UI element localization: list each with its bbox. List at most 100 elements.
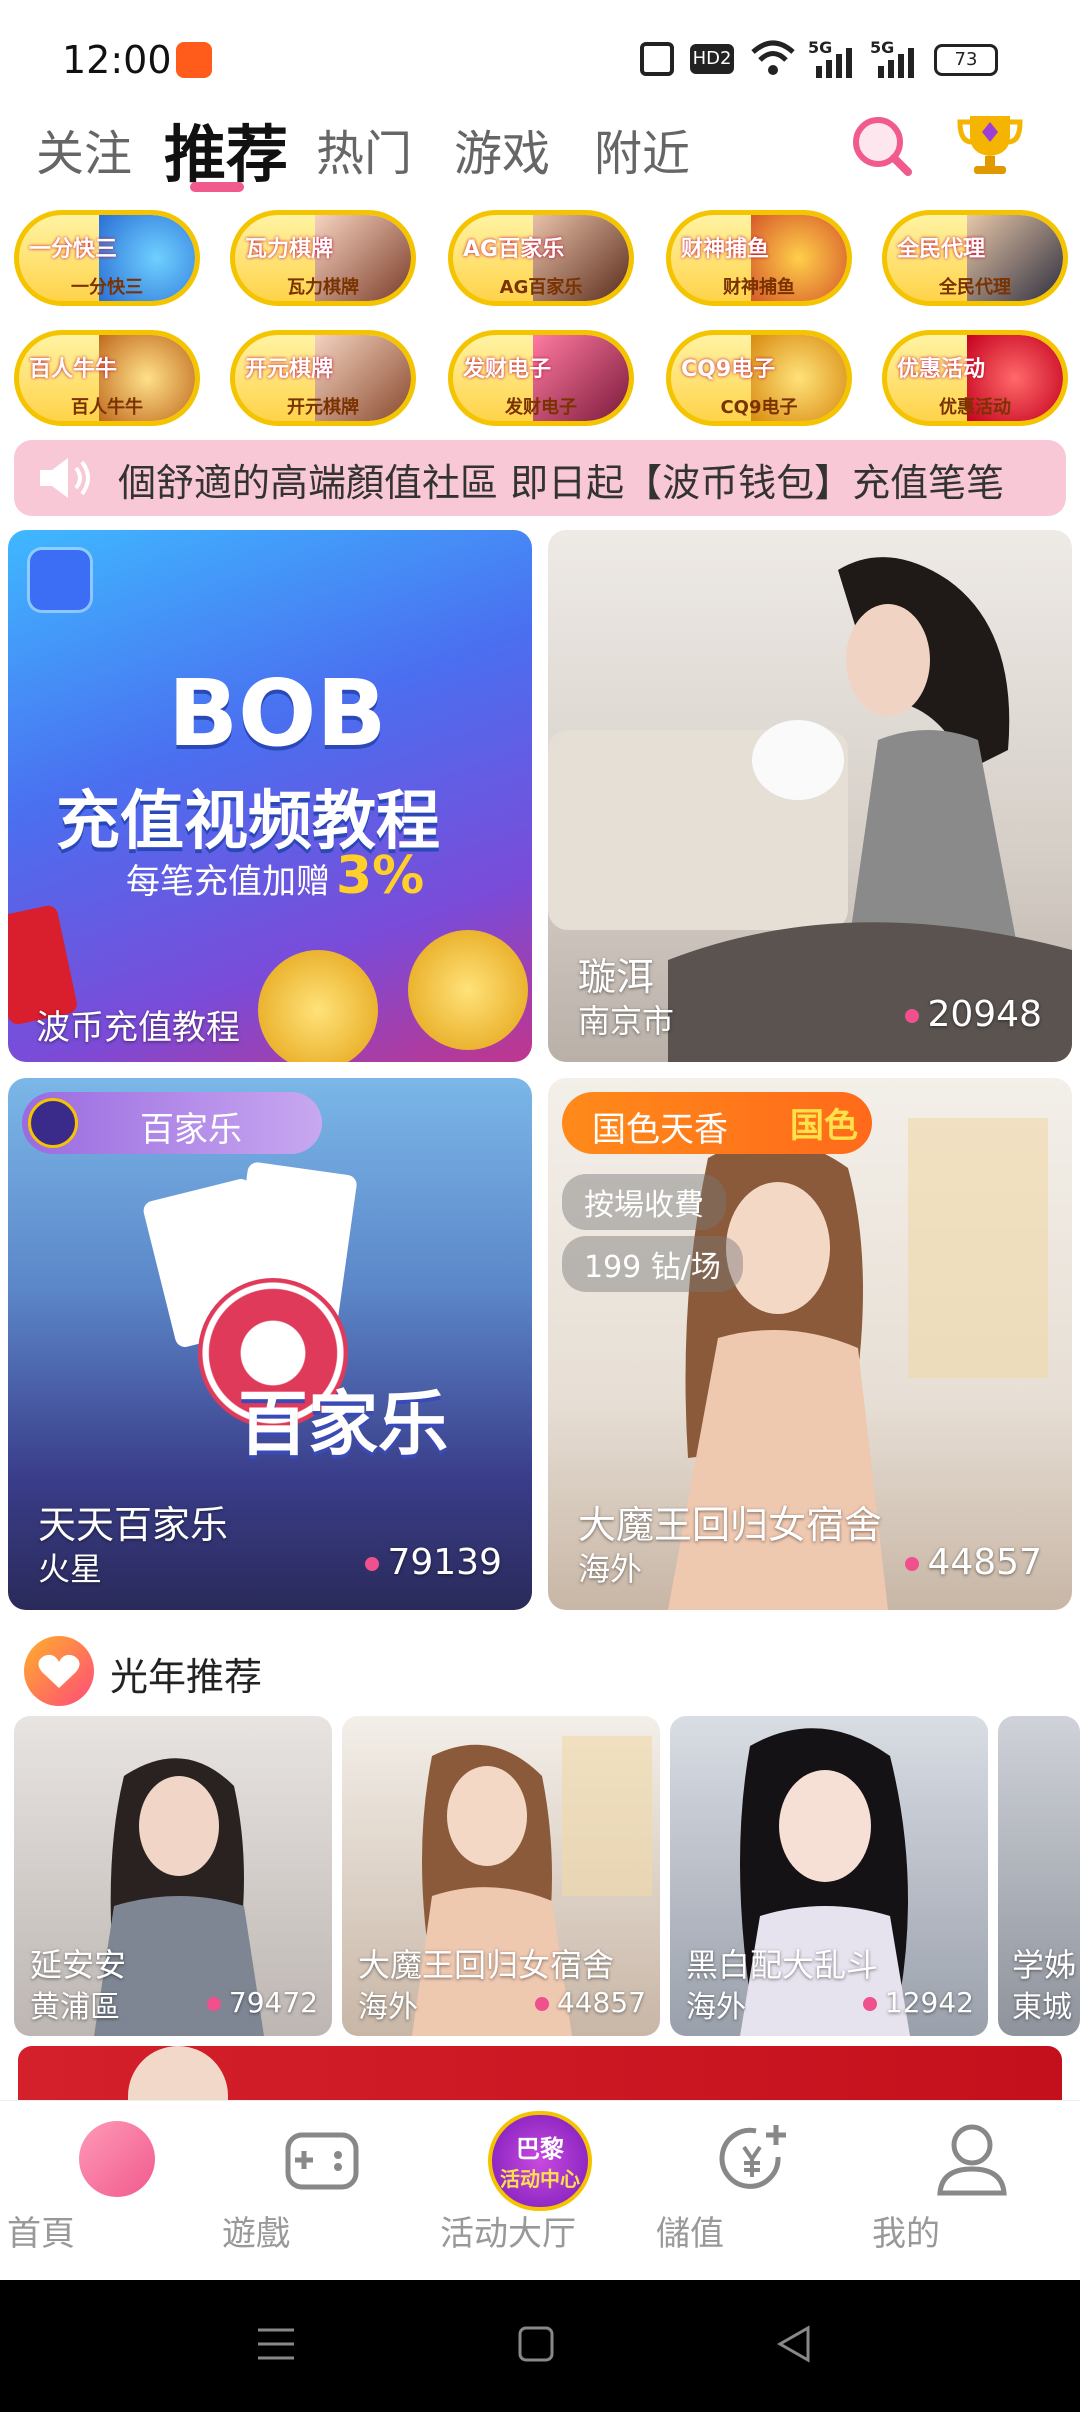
trophy-icon[interactable] <box>954 108 1026 180</box>
game-art-text: AG百家乐 <box>463 237 565 262</box>
card-location: 南京市 <box>578 1002 675 1040</box>
coin-decoration <box>258 950 378 1062</box>
viewer-count-value: 79139 <box>387 1542 502 1583</box>
game-shortcut-wali[interactable]: 瓦力棋牌 瓦力棋牌 <box>230 210 416 306</box>
game-label: 优惠活动 <box>939 397 1011 418</box>
badge-text-top: 巴黎 <box>516 2135 564 2163</box>
game-shortcut-agent[interactable]: 全民代理 全民代理 <box>882 210 1068 306</box>
game-label: CQ9电子 <box>720 397 798 418</box>
yen-plus-icon <box>719 2125 786 2189</box>
game-shortcut-niuniu[interactable]: 百人牛牛 百人牛牛 <box>14 330 200 426</box>
marquee-text: 個舒適的高端顏值社區 即日起【波币钱包】充值笔笔 <box>118 461 1005 505</box>
nav-label: 儲值 <box>656 2214 724 2254</box>
signal-5g-icon-2: 5G <box>870 38 914 78</box>
card-location: 海外 <box>358 1990 418 2025</box>
tab-hot[interactable]: 热门 <box>316 114 412 184</box>
home-square-icon[interactable] <box>516 2324 556 2364</box>
nav-item-activity-hall[interactable]: 巴黎 活动中心 活动大厅 <box>440 2101 640 2281</box>
nav-item-recharge[interactable]: 儲值 <box>656 2101 856 2281</box>
badge-text-bottom: 活动中心 <box>500 2167 580 2191</box>
nav-label: 活动大厅 <box>440 2214 576 2254</box>
game-label: 开元棋牌 <box>287 397 359 418</box>
tab-recommend[interactable]: 推荐 <box>164 104 288 194</box>
game-shortcut-ag-baccarat[interactable]: AG百家乐 AG百家乐 <box>448 210 634 306</box>
gamepad-icon <box>285 2132 359 2190</box>
game-art-text: 全民代理 <box>897 237 986 262</box>
back-icon[interactable] <box>774 2324 814 2364</box>
signal-5g-icon-1: 5G <box>808 38 852 78</box>
game-art-text: 百人牛牛 <box>29 357 118 382</box>
card-viewer-count: 79472 <box>206 1986 318 2019</box>
card-title: 大魔王回归女宿舍 <box>578 1503 883 1547</box>
card-viewer-count: 44857 <box>534 1986 646 2019</box>
game-shortcut-facai[interactable]: 发财电子 发财电子 <box>448 330 634 426</box>
search-icon[interactable] <box>848 112 914 178</box>
viewer-count-value: 44857 <box>556 1986 646 2019</box>
nav-label: 遊戲 <box>222 2214 290 2254</box>
feed-card-live-room[interactable]: 璇洱 南京市 20948 <box>548 530 1072 1062</box>
live-dot <box>206 1997 221 2011</box>
brand-logo-icon <box>28 1098 78 1148</box>
card-location: 海外 <box>578 1550 643 1588</box>
tag-pill: 百家乐 <box>22 1092 322 1154</box>
recommend-card[interactable]: 延安安 黄浦區 79472 <box>14 1716 332 2036</box>
tab-nearby[interactable]: 附近 <box>594 114 690 184</box>
live-dot <box>534 1997 549 2011</box>
viewer-count-value: 79472 <box>228 1986 318 2019</box>
feed-card-recharge-tutorial[interactable]: BOB 充值视频教程 每笔充值加赠 3% 波币充值教程 <box>8 530 532 1062</box>
game-shortcut-kaiyuan[interactable]: 开元棋牌 开元棋牌 <box>230 330 416 426</box>
tab-games[interactable]: 游戏 <box>454 114 550 184</box>
coin-decoration <box>408 930 528 1050</box>
viewer-count-value: 12942 <box>884 1986 974 2019</box>
game-shortcut-promotions[interactable]: 优惠活动 优惠活动 <box>882 330 1068 426</box>
banner-promo-percent: 3% <box>336 846 425 906</box>
status-time: 12:00 <box>62 38 172 82</box>
game-shortcut-fishing[interactable]: 财神捕鱼 财神捕鱼 <box>666 210 852 306</box>
card-location: 火星 <box>38 1550 103 1588</box>
card-title: 学姊 <box>1012 1946 1077 1984</box>
card-title: 波币充值教程 <box>36 1008 240 1048</box>
nav-label: 我的 <box>872 2214 940 2254</box>
card-viewer-count: 44857 <box>905 1542 1042 1583</box>
game-label: 发财电子 <box>505 397 577 418</box>
section-title: 光年推荐 <box>110 1655 263 1699</box>
active-tab-indicator <box>190 182 244 192</box>
card-title: 大魔王回归女宿舍 <box>358 1946 615 1984</box>
recommend-card[interactable]: 黑白配大乱斗 海外 12942 <box>670 1716 988 2036</box>
menu-icon[interactable] <box>256 2324 296 2364</box>
pricing-pill: 按場收費 <box>562 1174 726 1230</box>
card-viewer-count: 79139 <box>365 1542 502 1583</box>
nav-item-games[interactable]: 遊戲 <box>222 2101 422 2281</box>
tab-follow[interactable]: 关注 <box>36 114 132 184</box>
system-nav-bar <box>0 2280 1080 2412</box>
game-shortcut-cq9[interactable]: CQ9电子 CQ9电子 <box>666 330 852 426</box>
game-art-text: 开元棋牌 <box>245 357 334 382</box>
card-title: 璇洱 <box>578 955 655 999</box>
feed-card-live-room[interactable]: 国色天香 国色 按場收費 199 钻/场 大魔王回归女宿舍 海外 44857 <box>548 1078 1072 1610</box>
heart-icon <box>24 1636 94 1706</box>
top-tabs: 关注 推荐 热门 游戏 附近 <box>0 100 1080 200</box>
announcement-marquee[interactable]: 個舒適的高端顏值社區 即日起【波币钱包】充值笔笔 <box>14 440 1066 516</box>
recommend-card[interactable]: 学姊 東城 <box>998 1716 1080 2036</box>
recommend-card[interactable]: 大魔王回归女宿舍 海外 44857 <box>342 1716 660 2036</box>
activity-center-badge-icon: 巴黎 活动中心 <box>488 2111 592 2211</box>
battery-icon: 73 <box>934 44 998 76</box>
nfc-icon <box>640 42 674 76</box>
nav-label: 首頁 <box>7 2214 75 2254</box>
live-dot <box>905 1557 920 1571</box>
card-viewer-count: 20948 <box>905 994 1042 1035</box>
speaker-icon <box>38 454 94 502</box>
baccarat-art-text: 百家乐 <box>238 1383 448 1465</box>
game-shortcut-yifen-kuaisan[interactable]: 一分快三 一分快三 <box>14 210 200 306</box>
nav-item-profile[interactable]: 我的 <box>872 2101 1072 2281</box>
card-title: 延安安 <box>30 1946 127 1984</box>
card-location: 東城 <box>1012 1990 1072 2025</box>
nav-item-home[interactable]: 首頁 <box>7 2101 207 2281</box>
tag-label: 国色天香 <box>592 1110 728 1150</box>
viewer-count-value: 20948 <box>927 994 1042 1035</box>
home-avatar-icon <box>79 2121 155 2197</box>
promo-banner[interactable] <box>18 2046 1062 2106</box>
banner-promo-text: 每笔充值加赠 <box>126 862 330 902</box>
feed-card-baccarat[interactable]: 百家乐 百家乐 天天百家乐 火星 79139 <box>8 1078 532 1610</box>
user-icon <box>937 2124 1007 2196</box>
